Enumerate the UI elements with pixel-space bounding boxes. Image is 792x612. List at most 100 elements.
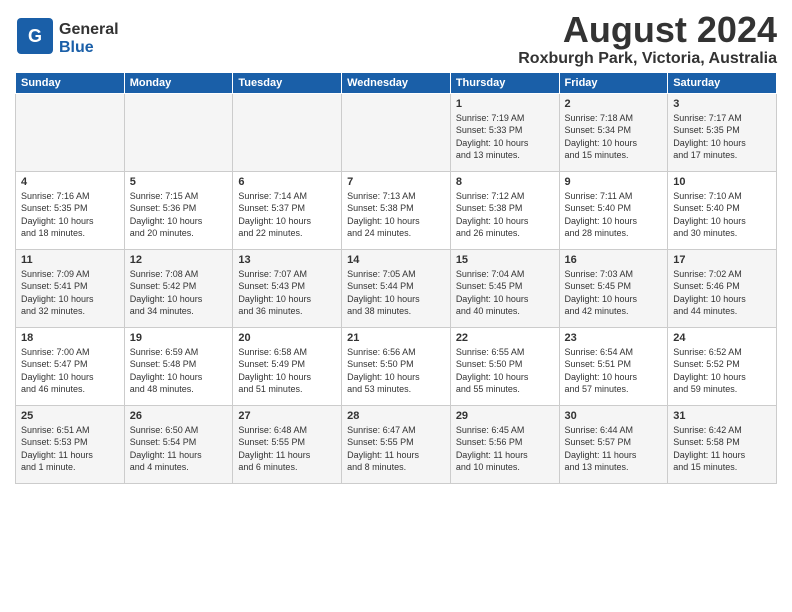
col-saturday: Saturday — [668, 72, 777, 93]
calendar-cell: 24 Sunrise: 6:52 AMSunset: 5:52 PMDayligh… — [668, 327, 777, 405]
day-info: Sunrise: 7:16 AMSunset: 5:35 PMDaylight:… — [21, 190, 119, 240]
day-number: 12 — [130, 254, 228, 266]
day-info: Sunrise: 6:44 AMSunset: 5:57 PMDaylight:… — [565, 424, 663, 474]
calendar-cell: 27 Sunrise: 6:48 AMSunset: 5:55 PMDayligh… — [233, 405, 342, 483]
day-info: Sunrise: 7:17 AMSunset: 5:35 PMDaylight:… — [673, 112, 771, 162]
day-number: 26 — [130, 410, 228, 422]
calendar-cell: 8 Sunrise: 7:12 AMSunset: 5:38 PMDaylight… — [450, 171, 559, 249]
calendar-cell: 29 Sunrise: 6:45 AMSunset: 5:56 PMDayligh… — [450, 405, 559, 483]
day-number: 1 — [456, 98, 554, 110]
calendar-cell: 18Sunrise: 7:00 AMSunset: 5:47 PMDayligh… — [16, 327, 125, 405]
day-info: Sunrise: 7:07 AMSunset: 5:43 PMDaylight:… — [238, 268, 336, 318]
day-number: 16 — [565, 254, 663, 266]
calendar-cell — [16, 93, 125, 171]
calendar-cell: 19 Sunrise: 6:59 AMSunset: 5:48 PMDayligh… — [124, 327, 233, 405]
calendar-cell: 3 Sunrise: 7:17 AMSunset: 5:35 PMDaylight… — [668, 93, 777, 171]
calendar-cell: 12 Sunrise: 7:08 AMSunset: 5:42 PMDayligh… — [124, 249, 233, 327]
calendar-cell — [124, 93, 233, 171]
logo-general: General — [59, 21, 119, 38]
day-info: Sunrise: 6:56 AMSunset: 5:50 PMDaylight:… — [347, 346, 445, 396]
day-info: Sunrise: 6:55 AMSunset: 5:50 PMDaylight:… — [456, 346, 554, 396]
logo-mark: G — [15, 16, 55, 61]
day-info: Sunrise: 7:15 AMSunset: 5:36 PMDaylight:… — [130, 190, 228, 240]
day-info: Sunrise: 7:14 AMSunset: 5:37 PMDaylight:… — [238, 190, 336, 240]
header: G General Blue August 2024 Roxburgh Park… — [15, 10, 777, 68]
day-number: 21 — [347, 332, 445, 344]
day-info: Sunrise: 6:52 AMSunset: 5:52 PMDaylight:… — [673, 346, 771, 396]
calendar-cell: 10Sunrise: 7:10 AMSunset: 5:40 PMDayligh… — [668, 171, 777, 249]
day-info: Sunrise: 6:54 AMSunset: 5:51 PMDaylight:… — [565, 346, 663, 396]
logo: G General Blue — [15, 16, 119, 61]
day-info: Sunrise: 7:02 AMSunset: 5:46 PMDaylight:… — [673, 268, 771, 318]
day-info: Sunrise: 6:45 AMSunset: 5:56 PMDaylight:… — [456, 424, 554, 474]
calendar-cell: 2Sunrise: 7:18 AMSunset: 5:34 PMDaylight… — [559, 93, 668, 171]
day-info: Sunrise: 7:11 AMSunset: 5:40 PMDaylight:… — [565, 190, 663, 240]
day-info: Sunrise: 6:58 AMSunset: 5:49 PMDaylight:… — [238, 346, 336, 396]
header-row: Sunday Monday Tuesday Wednesday Thursday… — [16, 72, 777, 93]
day-number: 9 — [565, 176, 663, 188]
month-title: August 2024 — [518, 10, 777, 50]
day-number: 17 — [673, 254, 771, 266]
col-tuesday: Tuesday — [233, 72, 342, 93]
calendar-table: Sunday Monday Tuesday Wednesday Thursday… — [15, 72, 777, 484]
calendar-cell: 16 Sunrise: 7:03 AMSunset: 5:45 PMDayligh… — [559, 249, 668, 327]
day-number: 27 — [238, 410, 336, 422]
calendar-cell: 31Sunrise: 6:42 AMSunset: 5:58 PMDayligh… — [668, 405, 777, 483]
day-number: 25 — [21, 410, 119, 422]
day-number: 11 — [21, 254, 119, 266]
location-title: Roxburgh Park, Victoria, Australia — [518, 50, 777, 68]
day-number: 23 — [565, 332, 663, 344]
day-number: 24 — [673, 332, 771, 344]
calendar-cell: 5 Sunrise: 7:15 AMSunset: 5:36 PMDaylight… — [124, 171, 233, 249]
day-number: 28 — [347, 410, 445, 422]
day-info: Sunrise: 6:59 AMSunset: 5:48 PMDaylight:… — [130, 346, 228, 396]
day-number: 3 — [673, 98, 771, 110]
col-thursday: Thursday — [450, 72, 559, 93]
calendar-cell: 14Sunrise: 7:05 AMSunset: 5:44 PMDayligh… — [342, 249, 451, 327]
col-friday: Friday — [559, 72, 668, 93]
day-number: 13 — [238, 254, 336, 266]
day-number: 18 — [21, 332, 119, 344]
day-number: 2 — [565, 98, 663, 110]
day-info: Sunrise: 7:12 AMSunset: 5:38 PMDaylight:… — [456, 190, 554, 240]
day-info: Sunrise: 7:13 AMSunset: 5:38 PMDaylight:… — [347, 190, 445, 240]
day-number: 5 — [130, 176, 228, 188]
calendar-cell: 9 Sunrise: 7:11 AMSunset: 5:40 PMDaylight… — [559, 171, 668, 249]
calendar-cell: 26 Sunrise: 6:50 AMSunset: 5:54 PMDayligh… — [124, 405, 233, 483]
calendar-cell: 21 Sunrise: 6:56 AMSunset: 5:50 PMDayligh… — [342, 327, 451, 405]
page-container: G General Blue August 2024 Roxburgh Park… — [0, 0, 792, 494]
logo-text: General Blue — [59, 21, 119, 56]
calendar-week-1: 1Sunrise: 7:19 AMSunset: 5:33 PMDaylight… — [16, 93, 777, 171]
calendar-cell: 13 Sunrise: 7:07 AMSunset: 5:43 PMDayligh… — [233, 249, 342, 327]
day-number: 8 — [456, 176, 554, 188]
col-sunday: Sunday — [16, 72, 125, 93]
day-info: Sunrise: 7:09 AMSunset: 5:41 PMDaylight:… — [21, 268, 119, 318]
day-info: Sunrise: 7:05 AMSunset: 5:44 PMDaylight:… — [347, 268, 445, 318]
calendar-cell: 25 Sunrise: 6:51 AMSunset: 5:53 PMDayligh… — [16, 405, 125, 483]
day-info: Sunrise: 6:48 AMSunset: 5:55 PMDaylight:… — [238, 424, 336, 474]
calendar-cell: 28Sunrise: 6:47 AMSunset: 5:55 PMDayligh… — [342, 405, 451, 483]
day-info: Sunrise: 7:04 AMSunset: 5:45 PMDaylight:… — [456, 268, 554, 318]
day-number: 6 — [238, 176, 336, 188]
day-info: Sunrise: 6:51 AMSunset: 5:53 PMDaylight:… — [21, 424, 119, 474]
day-info: Sunrise: 6:50 AMSunset: 5:54 PMDaylight:… — [130, 424, 228, 474]
col-wednesday: Wednesday — [342, 72, 451, 93]
calendar-cell — [233, 93, 342, 171]
calendar-cell: 1Sunrise: 7:19 AMSunset: 5:33 PMDaylight… — [450, 93, 559, 171]
calendar-cell: 15 Sunrise: 7:04 AMSunset: 5:45 PMDayligh… — [450, 249, 559, 327]
logo-blue: Blue — [59, 39, 94, 56]
day-number: 15 — [456, 254, 554, 266]
day-info: Sunrise: 7:10 AMSunset: 5:40 PMDaylight:… — [673, 190, 771, 240]
day-number: 29 — [456, 410, 554, 422]
calendar-cell: 6 Sunrise: 7:14 AMSunset: 5:37 PMDaylight… — [233, 171, 342, 249]
calendar-week-5: 25 Sunrise: 6:51 AMSunset: 5:53 PMDayligh… — [16, 405, 777, 483]
day-number: 4 — [21, 176, 119, 188]
day-number: 19 — [130, 332, 228, 344]
calendar-week-2: 4 Sunrise: 7:16 AMSunset: 5:35 PMDaylight… — [16, 171, 777, 249]
col-monday: Monday — [124, 72, 233, 93]
calendar-cell — [342, 93, 451, 171]
calendar-week-3: 11 Sunrise: 7:09 AMSunset: 5:41 PMDayligh… — [16, 249, 777, 327]
day-info: Sunrise: 7:08 AMSunset: 5:42 PMDaylight:… — [130, 268, 228, 318]
day-info: Sunrise: 7:03 AMSunset: 5:45 PMDaylight:… — [565, 268, 663, 318]
calendar-cell: 7Sunrise: 7:13 AMSunset: 5:38 PMDaylight… — [342, 171, 451, 249]
